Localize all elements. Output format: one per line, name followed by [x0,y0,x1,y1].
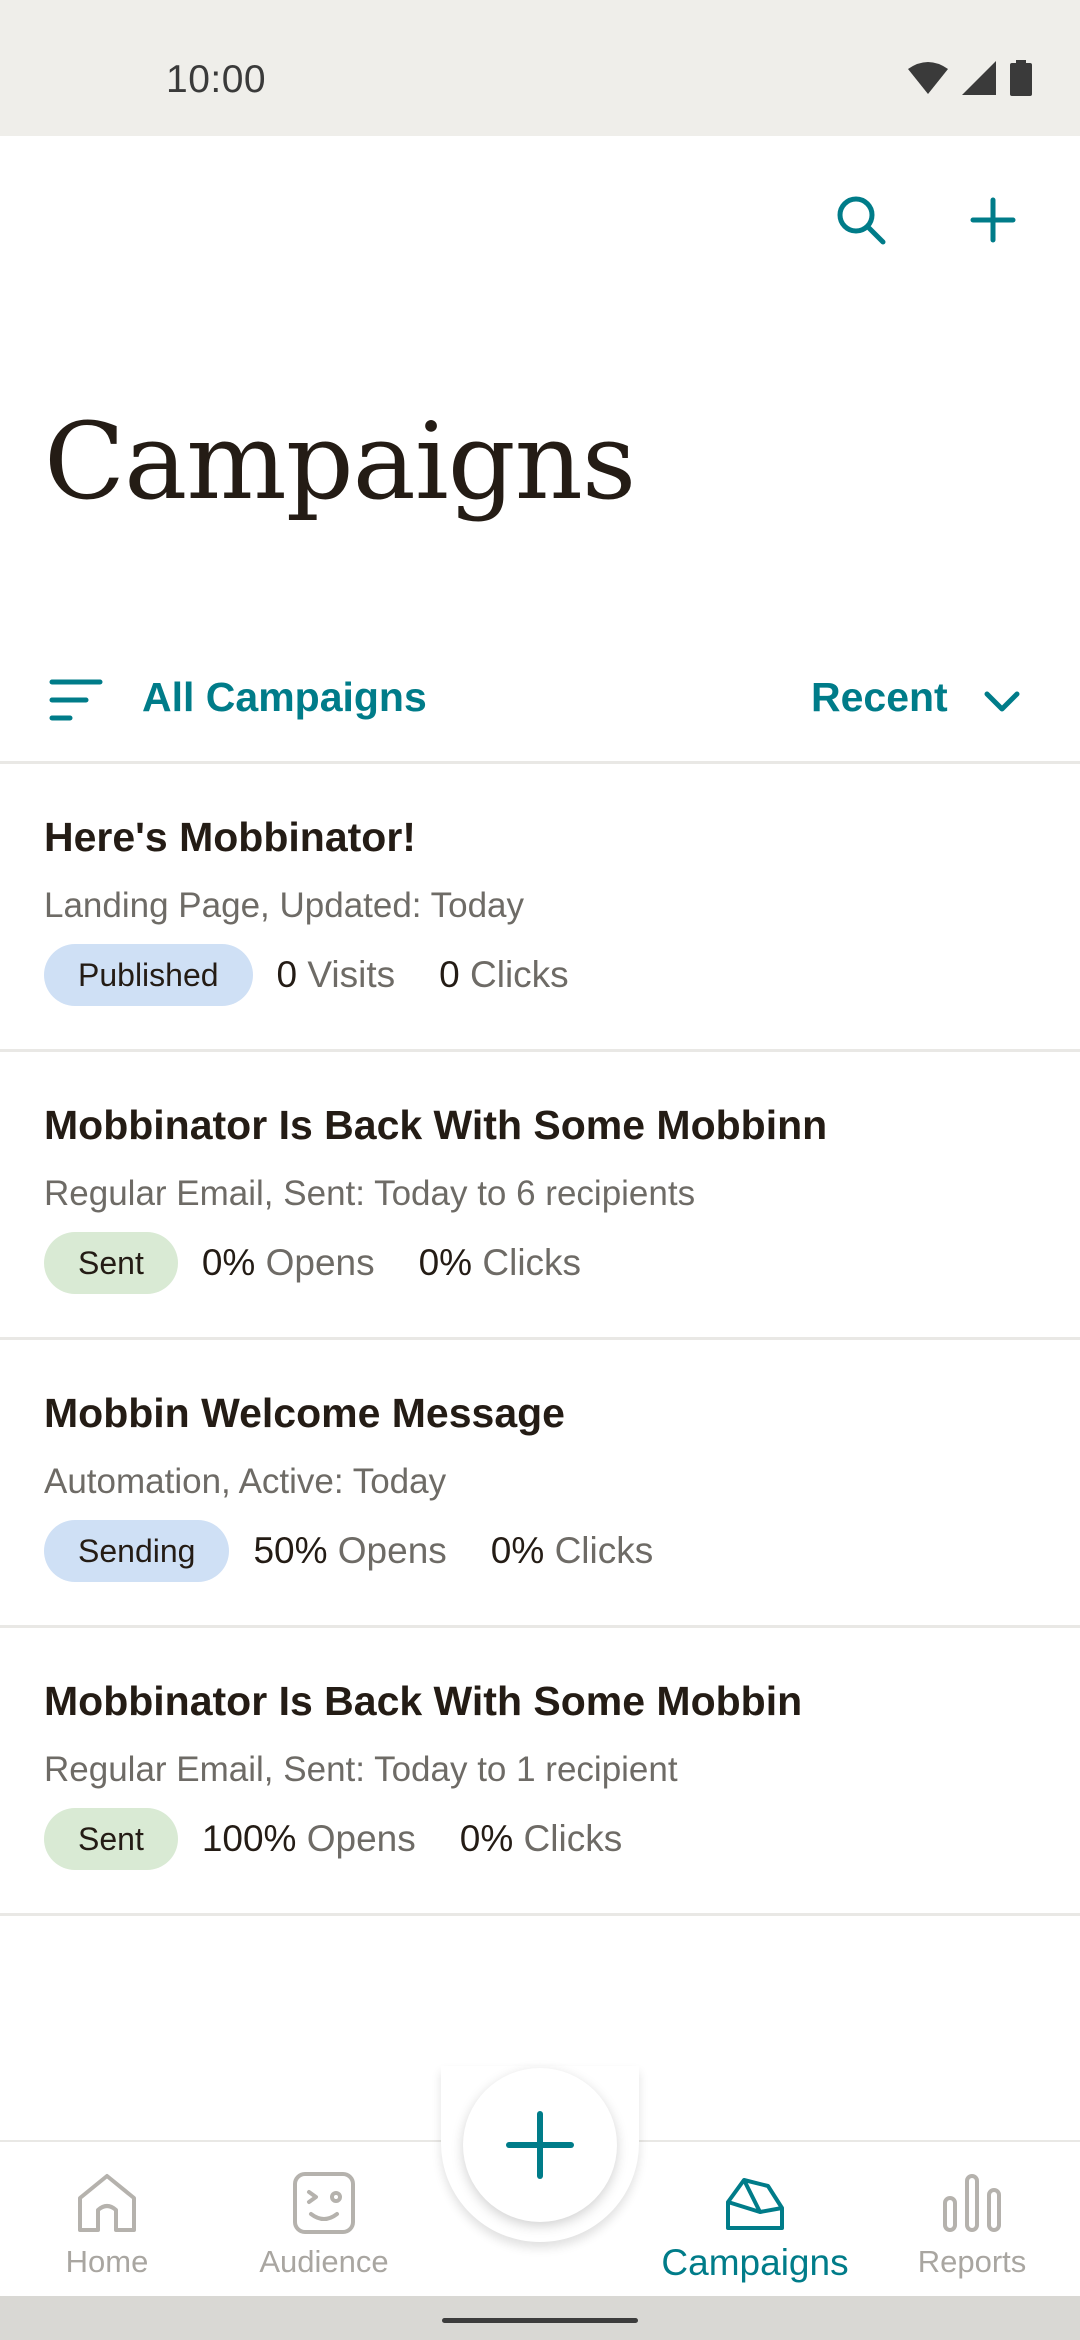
home-indicator[interactable] [442,2318,638,2323]
stat-value: 100% [201,1818,297,1859]
stat-value: 0 [439,954,460,995]
status-badge: Sent [44,1232,178,1294]
status-icons [908,60,1032,96]
campaign-title: Here's Mobbinator! [44,814,416,860]
chevron-down-icon[interactable] [982,682,1022,722]
nav-item-home[interactable]: Home [7,2142,207,2298]
stat-value: 0% [201,1242,256,1283]
stat-value: 0% [490,1530,545,1571]
stat-value: 0% [418,1242,473,1283]
stat-label: Clicks [470,954,569,995]
audience-icon [293,2172,355,2234]
campaign-item[interactable]: Here's Mobbinator! Landing Page, Updated… [0,764,1080,1052]
nav-label: Campaigns [661,2242,849,2283]
stat-label: Opens [337,1530,447,1571]
stat-opens: 100% Opens [202,1818,416,1860]
campaign-list: Here's Mobbinator! Landing Page, Updated… [0,764,1080,1916]
nav-item-campaigns[interactable]: Campaigns [655,2142,855,2298]
status-bar: 10:00 [0,0,1080,136]
all-campaigns-filter[interactable]: All Campaigns [142,674,427,721]
campaign-title: Mobbin Welcome Message [44,1390,565,1436]
stat-label: Clicks [554,1530,654,1571]
reports-icon [943,2174,1001,2232]
campaign-item[interactable]: Mobbin Welcome Message Automation, Activ… [0,1340,1080,1628]
signal-icon [962,61,996,95]
stat-label: Opens [265,1242,375,1283]
search-button[interactable] [821,180,901,260]
filter-row: All Campaigns Recent [0,660,1080,764]
nav-label: Audience [259,2244,389,2279]
nav-item-reports[interactable]: Reports [872,2142,1072,2298]
page-title: Campaigns [44,400,636,523]
status-badge: Published [44,944,253,1006]
create-fab-button[interactable] [463,2068,617,2222]
status-badge: Sending [44,1520,230,1582]
stat-value: 0 [276,954,298,995]
campaign-stats: Sent 0% Opens 0% Clicks [44,1232,625,1294]
stat-label: Opens [306,1818,416,1859]
campaign-subtitle: Landing Page, Updated: Today [44,886,525,925]
home-icon [78,2174,136,2232]
nav-label: Reports [917,2244,1027,2279]
campaigns-icon [726,2178,784,2230]
add-campaign-button[interactable] [953,180,1033,260]
campaign-subtitle: Regular Email, Sent: Today to 6 recipien… [44,1174,696,1213]
plus-icon [506,2111,574,2179]
wifi-icon [908,62,948,94]
campaign-stats: Sent 100% Opens 0% Clicks [44,1808,666,1870]
stat-opens: 50% Opens [253,1530,446,1572]
search-icon [837,196,886,245]
stat-clicks: 0% Clicks [460,1818,622,1860]
campaign-title: Mobbinator Is Back With Some Mobbinn [44,1102,828,1148]
plus-icon [970,197,1016,243]
campaign-stats: Sending 50% Opens 0% Clicks [44,1520,697,1582]
filter-icon[interactable] [48,672,104,728]
top-actions [780,180,1080,250]
status-time: 10:00 [166,58,267,101]
campaign-title: Mobbinator Is Back With Some Mobbin [44,1678,803,1724]
campaign-subtitle: Automation, Active: Today [44,1462,447,1501]
stat-clicks: 0% Clicks [419,1242,581,1284]
stat-label: Clicks [482,1242,582,1283]
stat-value: 0% [459,1818,514,1859]
battery-icon [1010,60,1032,96]
campaign-subtitle: Regular Email, Sent: Today to 1 recipien… [44,1750,678,1789]
stat-visits: 0 Visits [277,954,396,996]
nav-item-audience[interactable]: Audience [224,2142,424,2298]
campaign-stats: Published 0 Visits 0 Clicks [44,944,613,1006]
stat-opens: 0% Opens [202,1242,375,1284]
campaign-item[interactable]: Mobbinator Is Back With Some Mobbinn Reg… [0,1052,1080,1340]
stat-label: Visits [307,954,396,995]
stat-label: Clicks [523,1818,623,1859]
stat-clicks: 0 Clicks [439,954,569,996]
nav-label: Home [65,2244,149,2279]
stat-clicks: 0% Clicks [491,1530,653,1572]
campaign-item[interactable]: Mobbinator Is Back With Some Mobbin Regu… [0,1628,1080,1916]
sort-dropdown[interactable]: Recent [811,674,948,721]
stat-value: 50% [253,1530,328,1571]
status-badge: Sent [44,1808,178,1870]
